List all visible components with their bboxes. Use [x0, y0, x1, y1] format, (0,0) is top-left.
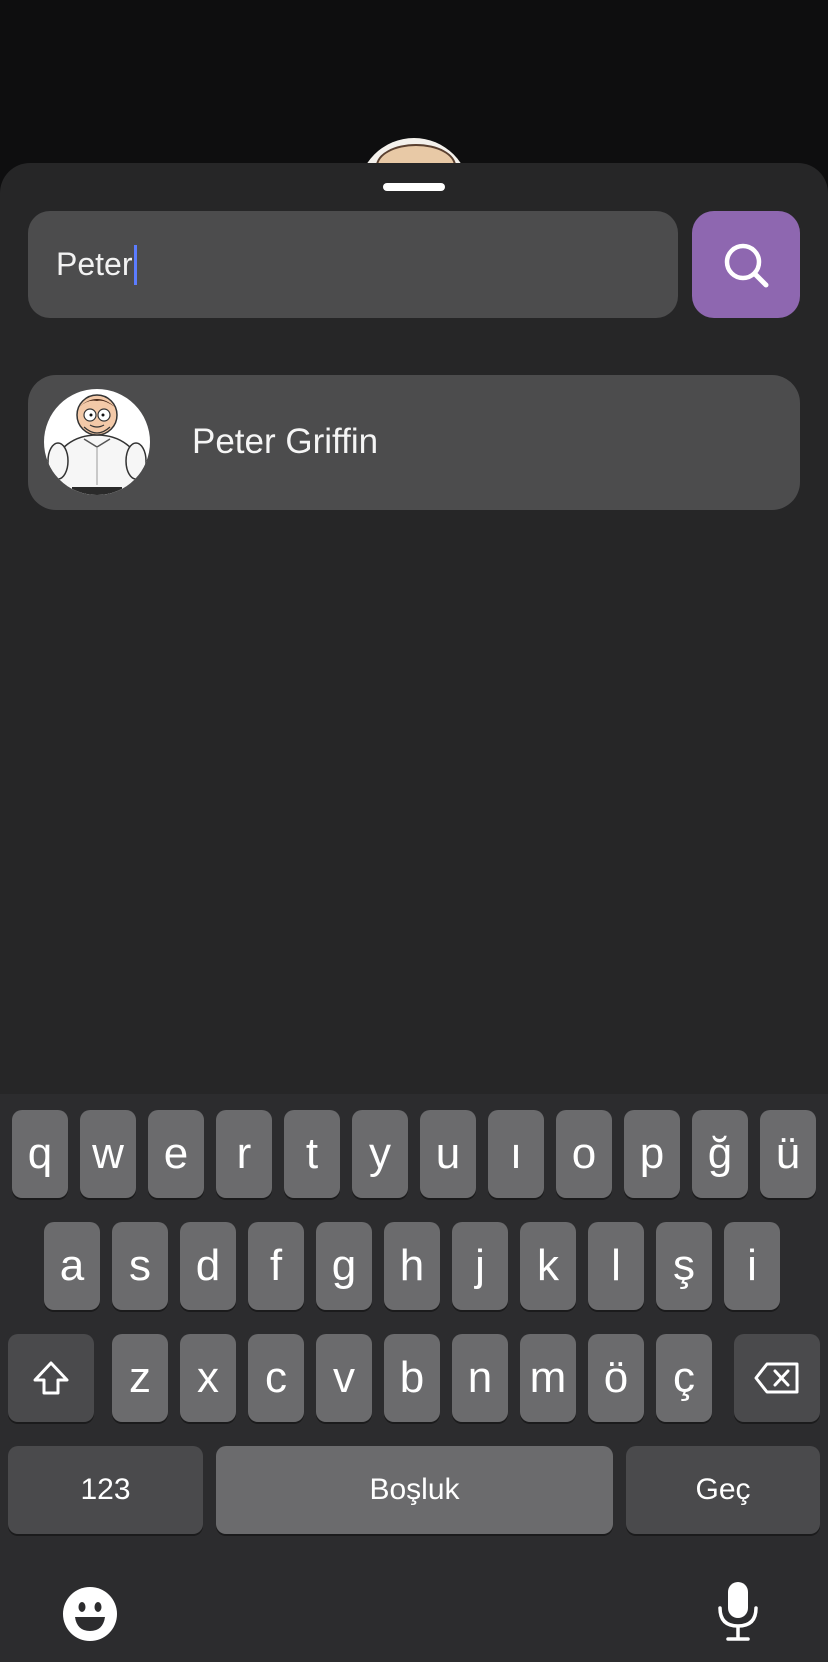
key-l[interactable]: l — [588, 1222, 644, 1310]
key-d[interactable]: d — [180, 1222, 236, 1310]
key-p[interactable]: p — [624, 1110, 680, 1198]
key-q[interactable]: q — [12, 1110, 68, 1198]
key-c-cedilla[interactable]: ç — [656, 1334, 712, 1422]
space-key[interactable]: Boşluk — [216, 1446, 613, 1534]
search-icon — [724, 243, 769, 287]
numbers-key[interactable]: 123 — [8, 1446, 203, 1534]
key-h[interactable]: h — [384, 1222, 440, 1310]
shift-key[interactable] — [8, 1334, 94, 1422]
key-f[interactable]: f — [248, 1222, 304, 1310]
key-j[interactable]: j — [452, 1222, 508, 1310]
emoji-icon — [63, 1587, 117, 1641]
search-input-text: Peter — [56, 246, 133, 282]
search-input[interactable]: Peter — [28, 211, 678, 318]
key-g-breve[interactable]: ğ — [692, 1110, 748, 1198]
key-k[interactable]: k — [520, 1222, 576, 1310]
key-o-umlaut[interactable]: ö — [588, 1334, 644, 1422]
key-w[interactable]: w — [80, 1110, 136, 1198]
key-b[interactable]: b — [384, 1334, 440, 1422]
key-i[interactable]: i — [724, 1222, 780, 1310]
dictation-button[interactable] — [708, 1578, 768, 1644]
keyboard: q w e r t y u ı o p ğ ü a s d f g h j k … — [0, 1094, 828, 1662]
key-m[interactable]: m — [520, 1334, 576, 1422]
key-g[interactable]: g — [316, 1222, 372, 1310]
microphone-icon — [718, 1582, 758, 1641]
sheet-grabber[interactable] — [383, 183, 445, 191]
return-key[interactable]: Geç — [626, 1446, 820, 1534]
result-item[interactable]: Peter Griffin — [28, 375, 800, 510]
screen: Peter Peter Griffin q w e r t y u ı o p … — [0, 0, 828, 1662]
key-o[interactable]: o — [556, 1110, 612, 1198]
text-caret — [134, 244, 138, 285]
key-dotless-i[interactable]: ı — [488, 1110, 544, 1198]
key-r[interactable]: r — [216, 1110, 272, 1198]
key-t[interactable]: t — [284, 1110, 340, 1198]
key-v[interactable]: v — [316, 1334, 372, 1422]
result-name: Peter Griffin — [192, 422, 379, 461]
key-a[interactable]: a — [44, 1222, 100, 1310]
character-avatar — [44, 389, 150, 495]
delete-key[interactable] — [734, 1334, 820, 1422]
emoji-button[interactable] — [60, 1584, 120, 1644]
key-s[interactable]: s — [112, 1222, 168, 1310]
key-s-cedilla[interactable]: ş — [656, 1222, 712, 1310]
key-u-umlaut[interactable]: ü — [760, 1110, 816, 1198]
shift-icon — [33, 1361, 69, 1395]
key-c[interactable]: c — [248, 1334, 304, 1422]
key-y[interactable]: y — [352, 1110, 408, 1198]
key-u[interactable]: u — [420, 1110, 476, 1198]
key-n[interactable]: n — [452, 1334, 508, 1422]
key-z[interactable]: z — [112, 1334, 168, 1422]
backspace-icon — [754, 1362, 799, 1394]
key-e[interactable]: e — [148, 1110, 204, 1198]
key-x[interactable]: x — [180, 1334, 236, 1422]
search-button[interactable] — [692, 211, 800, 318]
